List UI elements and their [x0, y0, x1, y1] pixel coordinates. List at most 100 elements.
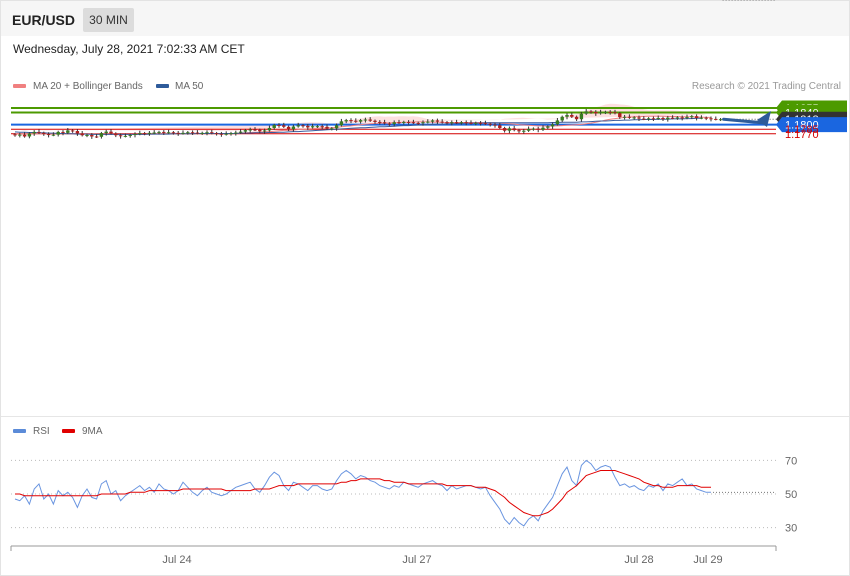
candle-body [651, 118, 656, 120]
candle-body [286, 126, 291, 130]
candle-body [27, 133, 32, 137]
candle-body [421, 122, 425, 124]
candle-body [531, 128, 536, 130]
candle-body [272, 124, 276, 128]
candle-body [195, 132, 200, 134]
candle-body [42, 132, 46, 135]
candle-body [94, 136, 99, 138]
candle-body [709, 118, 713, 120]
candle-body [70, 130, 75, 132]
candle-body [277, 124, 281, 126]
candle-body [200, 132, 204, 134]
candle-body [258, 129, 262, 132]
candle-body [330, 128, 334, 130]
candle-body [123, 135, 128, 137]
candle-body [546, 126, 550, 128]
candle-body [320, 126, 324, 128]
candle-body [18, 134, 22, 136]
candle-body [512, 128, 516, 131]
x-tick-label: Jul 29 [693, 554, 722, 566]
candle-body [354, 120, 358, 122]
rsi-tick-70: 70 [785, 455, 797, 467]
candle-body [190, 132, 195, 134]
candle-body [642, 118, 646, 120]
candle-body [118, 135, 123, 137]
candle-body [502, 127, 507, 131]
candle-body [483, 123, 488, 125]
candle-body [541, 127, 545, 130]
candle-body [680, 117, 684, 119]
candle-body [469, 122, 473, 124]
level-tags: 1.18551.18401.18181.18001.17851.1770 [776, 100, 847, 141]
candle-body [162, 131, 166, 133]
candle-body [666, 117, 670, 120]
candle-body [560, 116, 564, 121]
candle-body [584, 111, 588, 114]
x-tick-label: Jul 24 [162, 554, 191, 566]
candle-body [627, 116, 632, 118]
candle-body [128, 134, 132, 136]
candle-body [171, 132, 176, 134]
candle-body [363, 119, 368, 121]
candle-body [656, 117, 660, 119]
candle-body [507, 128, 512, 131]
candle-body [181, 132, 185, 134]
rsi-panel: 70 50 30 [11, 455, 797, 535]
support-label: 1.1770 [785, 129, 819, 141]
candle-body [426, 121, 430, 123]
candle-body [440, 121, 444, 123]
candle-body [498, 125, 502, 128]
candle-body [90, 134, 94, 137]
rsi-tick-30: 30 [785, 523, 797, 535]
candle-body [205, 132, 209, 134]
candle-body [114, 133, 118, 136]
candle-body [718, 119, 723, 121]
candle-body [32, 131, 36, 134]
candle-body [224, 133, 228, 135]
candle-body [406, 121, 411, 123]
candle-body [166, 132, 171, 134]
candle-body [387, 123, 392, 125]
x-tick-label: Jul 28 [624, 554, 653, 566]
candle-body [339, 121, 344, 126]
candle-body [56, 131, 60, 135]
candle-body [675, 117, 680, 119]
candle-body [306, 125, 310, 128]
candle-body [186, 132, 190, 134]
candle-body [22, 134, 27, 137]
x-tick-label: Jul 27 [402, 554, 431, 566]
candle-body [536, 128, 540, 130]
candle-body [344, 120, 348, 122]
candle-body [99, 133, 104, 137]
candle-body [646, 118, 651, 120]
candle-body [282, 125, 286, 127]
candle-body [176, 132, 180, 134]
candle-body [474, 122, 478, 124]
candle-body [632, 117, 636, 119]
rsi-ma9-line [15, 470, 711, 517]
candle-body [392, 122, 396, 125]
candle-body [267, 127, 272, 131]
candle-body [296, 125, 300, 127]
candle-body [694, 116, 699, 118]
rsi-tick-50: 50 [785, 489, 797, 501]
candle-body [478, 122, 483, 124]
candle-body [488, 123, 492, 125]
candle-body [464, 122, 468, 124]
candle-body [373, 120, 377, 122]
candle-body [234, 132, 238, 134]
candle-body [555, 120, 560, 125]
candle-body [450, 122, 454, 124]
candle-body [402, 121, 406, 123]
candle-body [598, 112, 603, 114]
candle-body [310, 126, 315, 128]
candle-body [147, 132, 152, 134]
candle-body [253, 129, 257, 131]
candle-body [85, 134, 89, 136]
candle-body [214, 133, 219, 135]
candle-body [210, 132, 214, 134]
candle-body [291, 126, 296, 130]
candle-body [435, 120, 440, 122]
candle-body [522, 130, 526, 132]
candle-body [661, 117, 665, 120]
